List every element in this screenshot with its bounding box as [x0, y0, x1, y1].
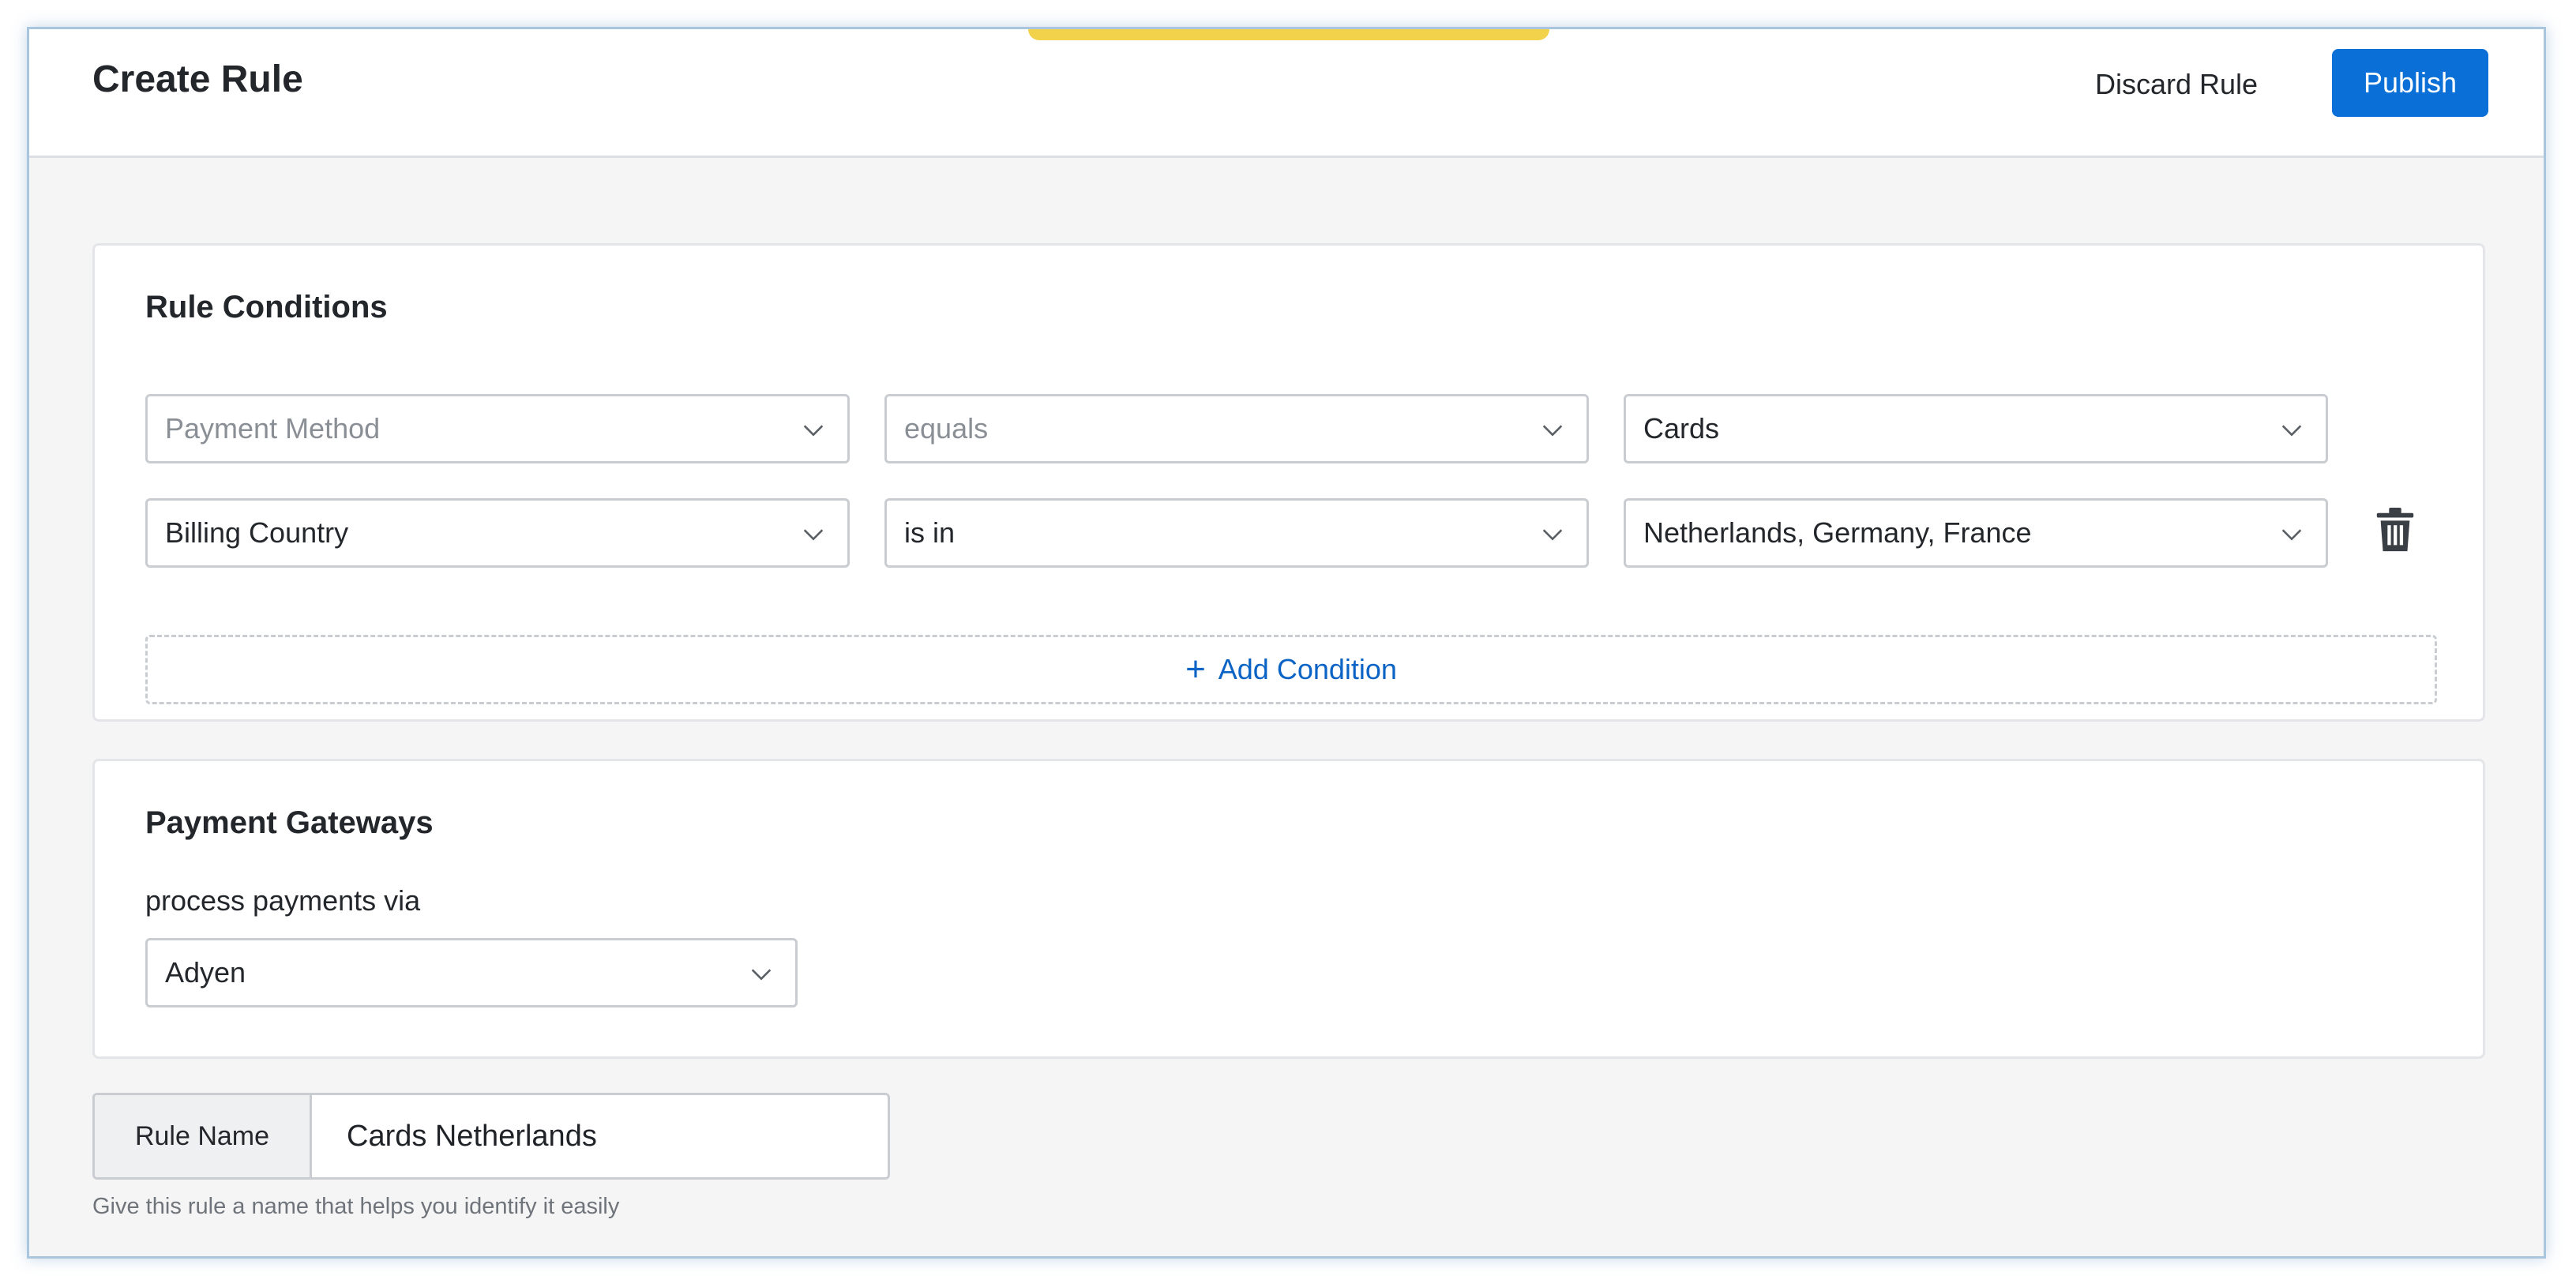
- condition-operator-value: equals: [904, 412, 989, 445]
- condition-field-value: Payment Method: [165, 412, 381, 445]
- trash-icon[interactable]: [2375, 507, 2416, 553]
- create-rule-window: Create Rule Discard Rule Publish Rule Co…: [27, 27, 2546, 1259]
- condition-field-select[interactable]: Billing Country: [145, 498, 850, 568]
- condition-value: Cards: [1643, 412, 1720, 445]
- condition-value-select[interactable]: Cards: [1624, 394, 2328, 463]
- chevron-down-icon: [803, 425, 824, 437]
- top-bar: Create Rule Discard Rule Publish: [29, 29, 2544, 158]
- condition-operator-value: is in: [904, 516, 956, 549]
- payment-gateways-card: Payment Gateways process payments via Ad…: [92, 759, 2485, 1059]
- chevron-down-icon: [2281, 425, 2302, 437]
- rule-name-group: Rule Name: [92, 1093, 890, 1180]
- discard-rule-button[interactable]: Discard Rule: [2082, 61, 2270, 108]
- publish-button[interactable]: Publish: [2332, 49, 2488, 117]
- condition-operator-select[interactable]: equals: [884, 394, 1589, 463]
- add-condition-label: Add Condition: [1218, 653, 1397, 685]
- rule-name-input[interactable]: [312, 1095, 887, 1177]
- condition-value-select[interactable]: Netherlands, Germany, France: [1624, 498, 2328, 568]
- rule-conditions-title: Rule Conditions: [145, 290, 388, 325]
- gateway-subtitle: process payments via: [145, 884, 421, 917]
- top-indicator: [1028, 29, 1549, 40]
- chevron-down-icon: [2281, 529, 2302, 541]
- chevron-down-icon: [1542, 425, 1563, 437]
- gateway-value: Adyen: [165, 956, 246, 989]
- condition-value: Netherlands, Germany, France: [1643, 516, 2032, 549]
- page-title: Create Rule: [92, 58, 303, 100]
- condition-field-value: Billing Country: [165, 516, 349, 549]
- rule-conditions-card: Rule Conditions Payment Method equals Ca…: [92, 243, 2485, 722]
- condition-operator-select[interactable]: is in: [884, 498, 1589, 568]
- add-condition-button[interactable]: + Add Condition: [145, 635, 2437, 704]
- plus-icon: +: [1185, 650, 1206, 689]
- chevron-down-icon: [1542, 529, 1563, 541]
- rule-name-label: Rule Name: [95, 1095, 312, 1177]
- gateway-select[interactable]: Adyen: [145, 938, 798, 1007]
- chevron-down-icon: [803, 529, 824, 541]
- chevron-down-icon: [751, 969, 772, 981]
- payment-gateways-title: Payment Gateways: [145, 805, 434, 840]
- condition-field-select[interactable]: Payment Method: [145, 394, 850, 463]
- rule-name-helper: Give this rule a name that helps you ide…: [92, 1194, 620, 1219]
